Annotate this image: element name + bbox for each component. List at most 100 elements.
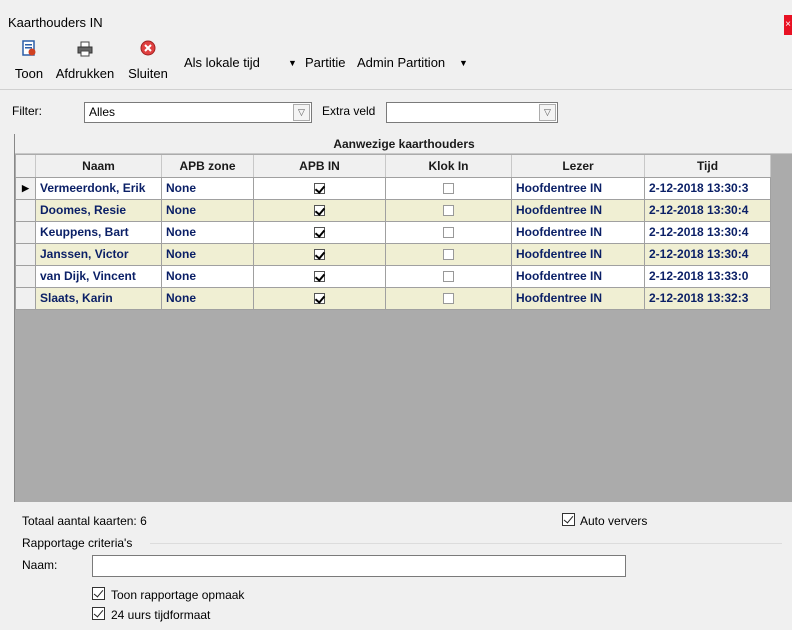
chevron-down-icon[interactable]: ▽ [539,104,556,121]
window-close-button[interactable]: × [784,15,792,35]
extra-field-label: Extra veld [322,104,376,118]
cell-naam[interactable]: Janssen, Victor [35,242,162,266]
cell-apb-zone[interactable]: None [161,242,254,266]
apb-in-checkbox[interactable] [314,205,325,217]
klok-in-checkbox[interactable] [443,227,454,239]
filter-combo[interactable]: Alles ▽ [84,102,312,123]
partition-label: Partitie [305,55,346,70]
table-row[interactable]: Keuppens, Bart None Hoofdentree IN 2-12-… [15,220,771,244]
cell-lezer[interactable]: Hoofdentree IN [511,264,645,288]
table-row[interactable]: Slaats, Karin None Hoofdentree IN 2-12-2… [15,286,771,310]
total-cards-label: Totaal aantal kaarten: 6 [22,514,147,528]
name-input[interactable] [92,555,626,577]
cell-klok-in[interactable] [385,220,512,244]
time-mode-dropdown[interactable]: Als lokale tijd ▼ [184,55,304,73]
partition-value: Admin Partition [357,55,446,70]
toolbar-divider [0,89,792,90]
cell-apb-zone[interactable]: None [161,176,254,200]
show-button-label: Toon [14,66,44,81]
cell-lezer[interactable]: Hoofdentree IN [511,176,645,200]
row-header[interactable] [15,220,36,244]
column-header-apb-in[interactable]: APB IN [253,155,386,178]
cell-klok-in[interactable] [385,176,512,200]
cell-tijd[interactable]: 2-12-2018 13:30:4 [644,198,771,222]
filter-label: Filter: [12,104,42,118]
group-divider [150,543,782,544]
time-format-checkbox[interactable] [92,607,105,620]
klok-in-checkbox[interactable] [443,205,454,217]
cell-lezer[interactable]: Hoofdentree IN [511,198,645,222]
print-button-label: Afdrukken [55,66,115,81]
cell-lezer[interactable]: Hoofdentree IN [511,242,645,266]
auto-refresh-label: Auto ververs [580,514,648,528]
cell-tijd[interactable]: 2-12-2018 13:30:3 [644,176,771,200]
apb-in-checkbox[interactable] [314,183,325,195]
time-mode-value: Als lokale tijd [184,55,260,70]
cell-apb-in[interactable] [253,198,386,222]
apb-in-checkbox[interactable] [314,227,325,239]
partition-dropdown[interactable]: Admin Partition ▼ [357,55,477,73]
table-row[interactable]: van Dijk, Vincent None Hoofdentree IN 2-… [15,264,771,288]
cell-apb-zone[interactable]: None [161,264,254,288]
cell-apb-zone[interactable]: None [161,198,254,222]
cardholder-grid[interactable]: Aanwezige kaarthouders Naam APB zone APB… [14,134,792,502]
grid-title: Aanwezige kaarthouders [15,134,792,154]
cell-klok-in[interactable] [385,286,512,310]
row-header[interactable] [15,264,36,288]
cell-apb-zone[interactable]: None [161,220,254,244]
cell-naam[interactable]: Slaats, Karin [35,286,162,310]
show-button[interactable]: Toon [12,40,46,81]
time-format-label: 24 uurs tijdformaat [111,608,211,622]
filter-value: Alles [89,105,116,119]
apb-in-checkbox[interactable] [314,271,325,283]
cell-apb-in[interactable] [253,176,386,200]
cell-apb-in[interactable] [253,286,386,310]
cell-klok-in[interactable] [385,264,512,288]
klok-in-checkbox[interactable] [443,271,454,283]
column-header-lezer[interactable]: Lezer [511,155,645,178]
chevron-down-icon[interactable]: ▽ [293,104,310,121]
cell-tijd[interactable]: 2-12-2018 13:30:4 [644,220,771,244]
cell-lezer[interactable]: Hoofdentree IN [511,220,645,244]
column-header-naam[interactable]: Naam [35,155,162,178]
cell-naam[interactable]: van Dijk, Vincent [35,264,162,288]
klok-in-checkbox[interactable] [443,249,454,261]
cell-apb-in[interactable] [253,242,386,266]
cell-apb-zone[interactable]: None [161,286,254,310]
klok-in-checkbox[interactable] [443,293,454,305]
current-row-indicator[interactable]: ▶ [15,176,36,200]
cell-apb-in[interactable] [253,264,386,288]
extra-field-combo[interactable]: ▽ [386,102,558,123]
apb-in-checkbox[interactable] [314,293,325,305]
print-button[interactable]: Afdrukken [52,40,118,81]
table-row[interactable]: ▶ Vermeerdonk, Erik None Hoofdentree IN … [15,176,771,200]
table-row[interactable]: Doomes, Resie None Hoofdentree IN 2-12-2… [15,198,771,222]
toolbar: Toon Afdrukken Sluiten Als lokale tijd ▼… [0,40,792,88]
auto-refresh-checkbox[interactable] [562,513,575,526]
column-header-apb-zone[interactable]: APB zone [161,155,254,178]
cell-tijd[interactable]: 2-12-2018 13:30:4 [644,242,771,266]
column-header-klok-in[interactable]: Klok In [385,155,512,178]
show-report-icon [12,40,46,62]
cell-naam[interactable]: Doomes, Resie [35,198,162,222]
cell-klok-in[interactable] [385,198,512,222]
cell-naam[interactable]: Keuppens, Bart [35,220,162,244]
chevron-down-icon: ▼ [459,58,468,68]
cell-naam[interactable]: Vermeerdonk, Erik [35,176,162,200]
klok-in-checkbox[interactable] [443,183,454,195]
cell-tijd[interactable]: 2-12-2018 13:33:0 [644,264,771,288]
show-layout-checkbox[interactable] [92,587,105,600]
row-header[interactable] [15,242,36,266]
row-header[interactable] [15,198,36,222]
row-header[interactable] [15,286,36,310]
apb-in-checkbox[interactable] [314,249,325,261]
column-header-tijd[interactable]: Tijd [644,155,771,178]
table-row[interactable]: Janssen, Victor None Hoofdentree IN 2-12… [15,242,771,266]
cell-tijd[interactable]: 2-12-2018 13:32:3 [644,286,771,310]
row-header-corner [15,155,36,178]
printer-icon [52,40,118,62]
cell-apb-in[interactable] [253,220,386,244]
cell-klok-in[interactable] [385,242,512,266]
close-report-button[interactable]: Sluiten [122,40,174,81]
cell-lezer[interactable]: Hoofdentree IN [511,286,645,310]
